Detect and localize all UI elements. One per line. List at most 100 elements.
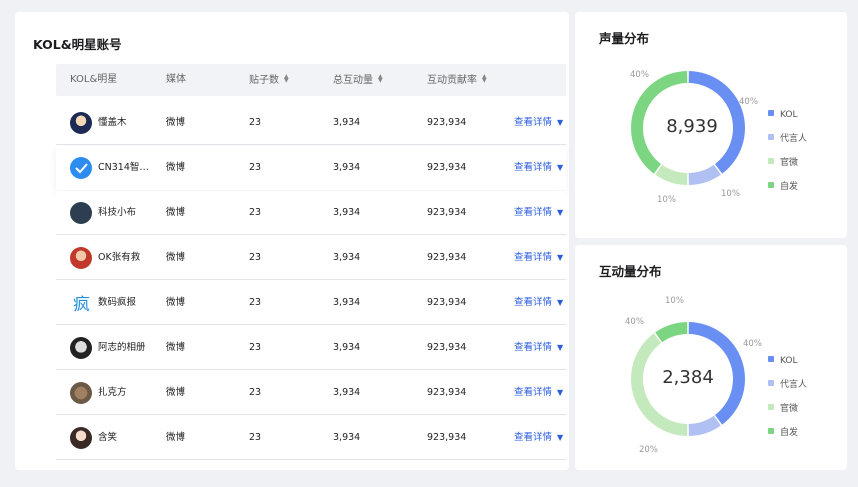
account-name[interactable]: 数码疯报 xyxy=(98,281,136,325)
table-row[interactable]: 含笑 微博 23 3,934 923,934 查看详情 ▼ xyxy=(56,416,566,460)
view-details-link[interactable]: 查看详情 ▼ xyxy=(514,101,563,145)
column-header-interactions[interactable]: 总互动量 ▲ ▼ xyxy=(333,64,383,96)
avatar-bw-icon xyxy=(70,337,92,359)
posts-cell: 23 xyxy=(249,342,262,353)
chart-legend: KOL 代言人官微自发 xyxy=(768,109,807,205)
avatar-logo-dark-icon xyxy=(70,202,92,224)
avatar-cartoon-icon xyxy=(70,112,92,134)
avatar-person-icon xyxy=(70,247,92,269)
table-row[interactable]: CN314智能... 微博 23 3,934 923,934 查看详情 ▼ xyxy=(56,146,566,190)
media-cell: 微博 xyxy=(166,432,186,443)
table-row[interactable]: OK张有救 微博 23 3,934 923,934 查看详情 ▼ xyxy=(56,236,566,280)
column-header-account: KOL&明星 xyxy=(70,74,118,85)
posts-cell: 23 xyxy=(249,432,262,443)
chart-legend: KOL 代言人官微 自发 xyxy=(768,355,807,451)
column-header-posts[interactable]: 贴子数 ▲ ▼ xyxy=(249,64,289,96)
posts-cell: 23 xyxy=(249,387,262,398)
column-header-media: 媒体 xyxy=(166,74,186,85)
media-cell: 微博 xyxy=(166,342,186,353)
donut-slice-代言人[interactable] xyxy=(688,415,721,436)
interactions-cell: 3,934 xyxy=(333,432,361,443)
contribution-cell: 923,934 xyxy=(427,162,467,173)
view-details-link[interactable]: 查看详情 ▼ xyxy=(514,146,563,190)
sort-updown-icon[interactable]: ▲ ▼ xyxy=(284,64,289,96)
contribution-cell: 923,934 xyxy=(427,387,467,398)
legend-item[interactable]: 自发 xyxy=(768,427,807,451)
view-details-link[interactable]: 查看详情 ▼ xyxy=(514,416,563,460)
posts-cell: 23 xyxy=(249,117,262,128)
avatar-cat-icon xyxy=(70,382,92,404)
caret-down-icon[interactable]: ▼ xyxy=(557,236,563,280)
legend-label: 自发 xyxy=(780,182,799,192)
media-cell: 微博 xyxy=(166,117,186,128)
interactions-cell: 3,934 xyxy=(333,252,361,263)
view-details-link[interactable]: 查看详情 ▼ xyxy=(514,326,563,370)
sort-updown-icon[interactable]: ▲ ▼ xyxy=(482,64,487,96)
interactions-cell: 3,934 xyxy=(333,342,361,353)
legend-dot-icon xyxy=(768,356,774,362)
table-row[interactable]: 扎克方 微博 23 3,934 923,934 查看详情 ▼ xyxy=(56,371,566,415)
view-details-link[interactable]: 查看详情 ▼ xyxy=(514,236,563,280)
view-details-link[interactable]: 查看详情 ▼ xyxy=(514,281,563,325)
donut-center-value: 8,939 xyxy=(666,116,718,137)
donut-slice-官微[interactable] xyxy=(655,164,688,185)
interactions-cell: 3,934 xyxy=(333,387,361,398)
legend-label: 官微 xyxy=(780,158,799,168)
slice-percent-label: 20% xyxy=(639,445,658,455)
posts-cell: 23 xyxy=(249,162,262,173)
legend-label: 代言人 xyxy=(780,380,808,390)
legend-item[interactable]: 官微 xyxy=(768,403,807,427)
caret-down-icon[interactable]: ▼ xyxy=(557,146,563,190)
slice-percent-label: 10% xyxy=(657,195,676,205)
account-name[interactable]: 含笑 xyxy=(98,416,117,460)
legend-item[interactable]: 官微 xyxy=(768,157,807,181)
contribution-cell: 923,934 xyxy=(427,117,467,128)
legend-label: KOL xyxy=(780,110,798,120)
avatar-woman-icon xyxy=(70,427,92,449)
legend-item[interactable]: KOL xyxy=(768,109,807,133)
caret-down-icon[interactable]: ▼ xyxy=(557,416,563,460)
contribution-cell: 923,934 xyxy=(427,342,467,353)
table-row[interactable]: 疯数码疯报 微博 23 3,934 923,934 查看详情 ▼ xyxy=(56,281,566,325)
slice-percent-label: 40% xyxy=(630,70,649,80)
legend-item[interactable]: KOL xyxy=(768,355,807,379)
view-details-link[interactable]: 查看详情 ▼ xyxy=(514,191,563,235)
avatar-logo-cn314-icon xyxy=(70,157,92,179)
caret-down-icon[interactable]: ▼ xyxy=(557,281,563,325)
posts-cell: 23 xyxy=(249,252,262,263)
slice-percent-label: 40% xyxy=(739,97,758,107)
donut-slice-自发[interactable] xyxy=(655,322,688,343)
table-row[interactable]: 懂盖木 微博 23 3,934 923,934 查看详情 ▼ xyxy=(56,101,566,145)
account-name[interactable]: 阿志的相册 xyxy=(98,326,146,370)
legend-item[interactable]: 代言人 xyxy=(768,379,807,403)
media-cell: 微博 xyxy=(166,387,186,398)
caret-down-icon[interactable]: ▼ xyxy=(557,101,563,145)
panel-title: KOL&明星账号 xyxy=(33,37,122,52)
legend-dot-icon xyxy=(768,110,774,116)
account-name[interactable]: 扎克方 xyxy=(98,371,127,415)
sort-updown-icon[interactable]: ▲ ▼ xyxy=(378,64,383,96)
donut-slice-代言人[interactable] xyxy=(688,164,721,185)
table-row[interactable]: 阿志的相册 微博 23 3,934 923,934 查看详情 ▼ xyxy=(56,326,566,370)
legend-item[interactable]: 自发 xyxy=(768,181,807,205)
legend-label: 代言人 xyxy=(780,134,808,144)
slice-percent-label: 10% xyxy=(665,296,684,306)
view-details-link[interactable]: 查看详情 ▼ xyxy=(514,371,563,415)
media-cell: 微博 xyxy=(166,297,186,308)
slice-percent-label: 40% xyxy=(743,339,762,349)
legend-label: 自发 xyxy=(780,428,799,438)
caret-down-icon[interactable]: ▼ xyxy=(557,191,563,235)
avatar-logo-feng-icon: 疯 xyxy=(70,292,92,314)
caret-down-icon[interactable]: ▼ xyxy=(557,326,563,370)
contribution-cell: 923,934 xyxy=(427,252,467,263)
account-name[interactable]: 懂盖木 xyxy=(98,101,127,145)
table-row[interactable]: 科技小布 微博 23 3,934 923,934 查看详情 ▼ xyxy=(56,191,566,235)
account-name[interactable]: CN314智能... xyxy=(98,146,154,190)
legend-item[interactable]: 代言人 xyxy=(768,133,807,157)
donut-center-value: 2,384 xyxy=(662,367,714,388)
caret-down-icon[interactable]: ▼ xyxy=(557,371,563,415)
account-name[interactable]: OK张有救 xyxy=(98,236,140,280)
account-name[interactable]: 科技小布 xyxy=(98,191,136,235)
svg-text:疯: 疯 xyxy=(73,295,90,314)
column-header-contribution[interactable]: 互动贡献率 ▲ ▼ xyxy=(427,64,487,96)
